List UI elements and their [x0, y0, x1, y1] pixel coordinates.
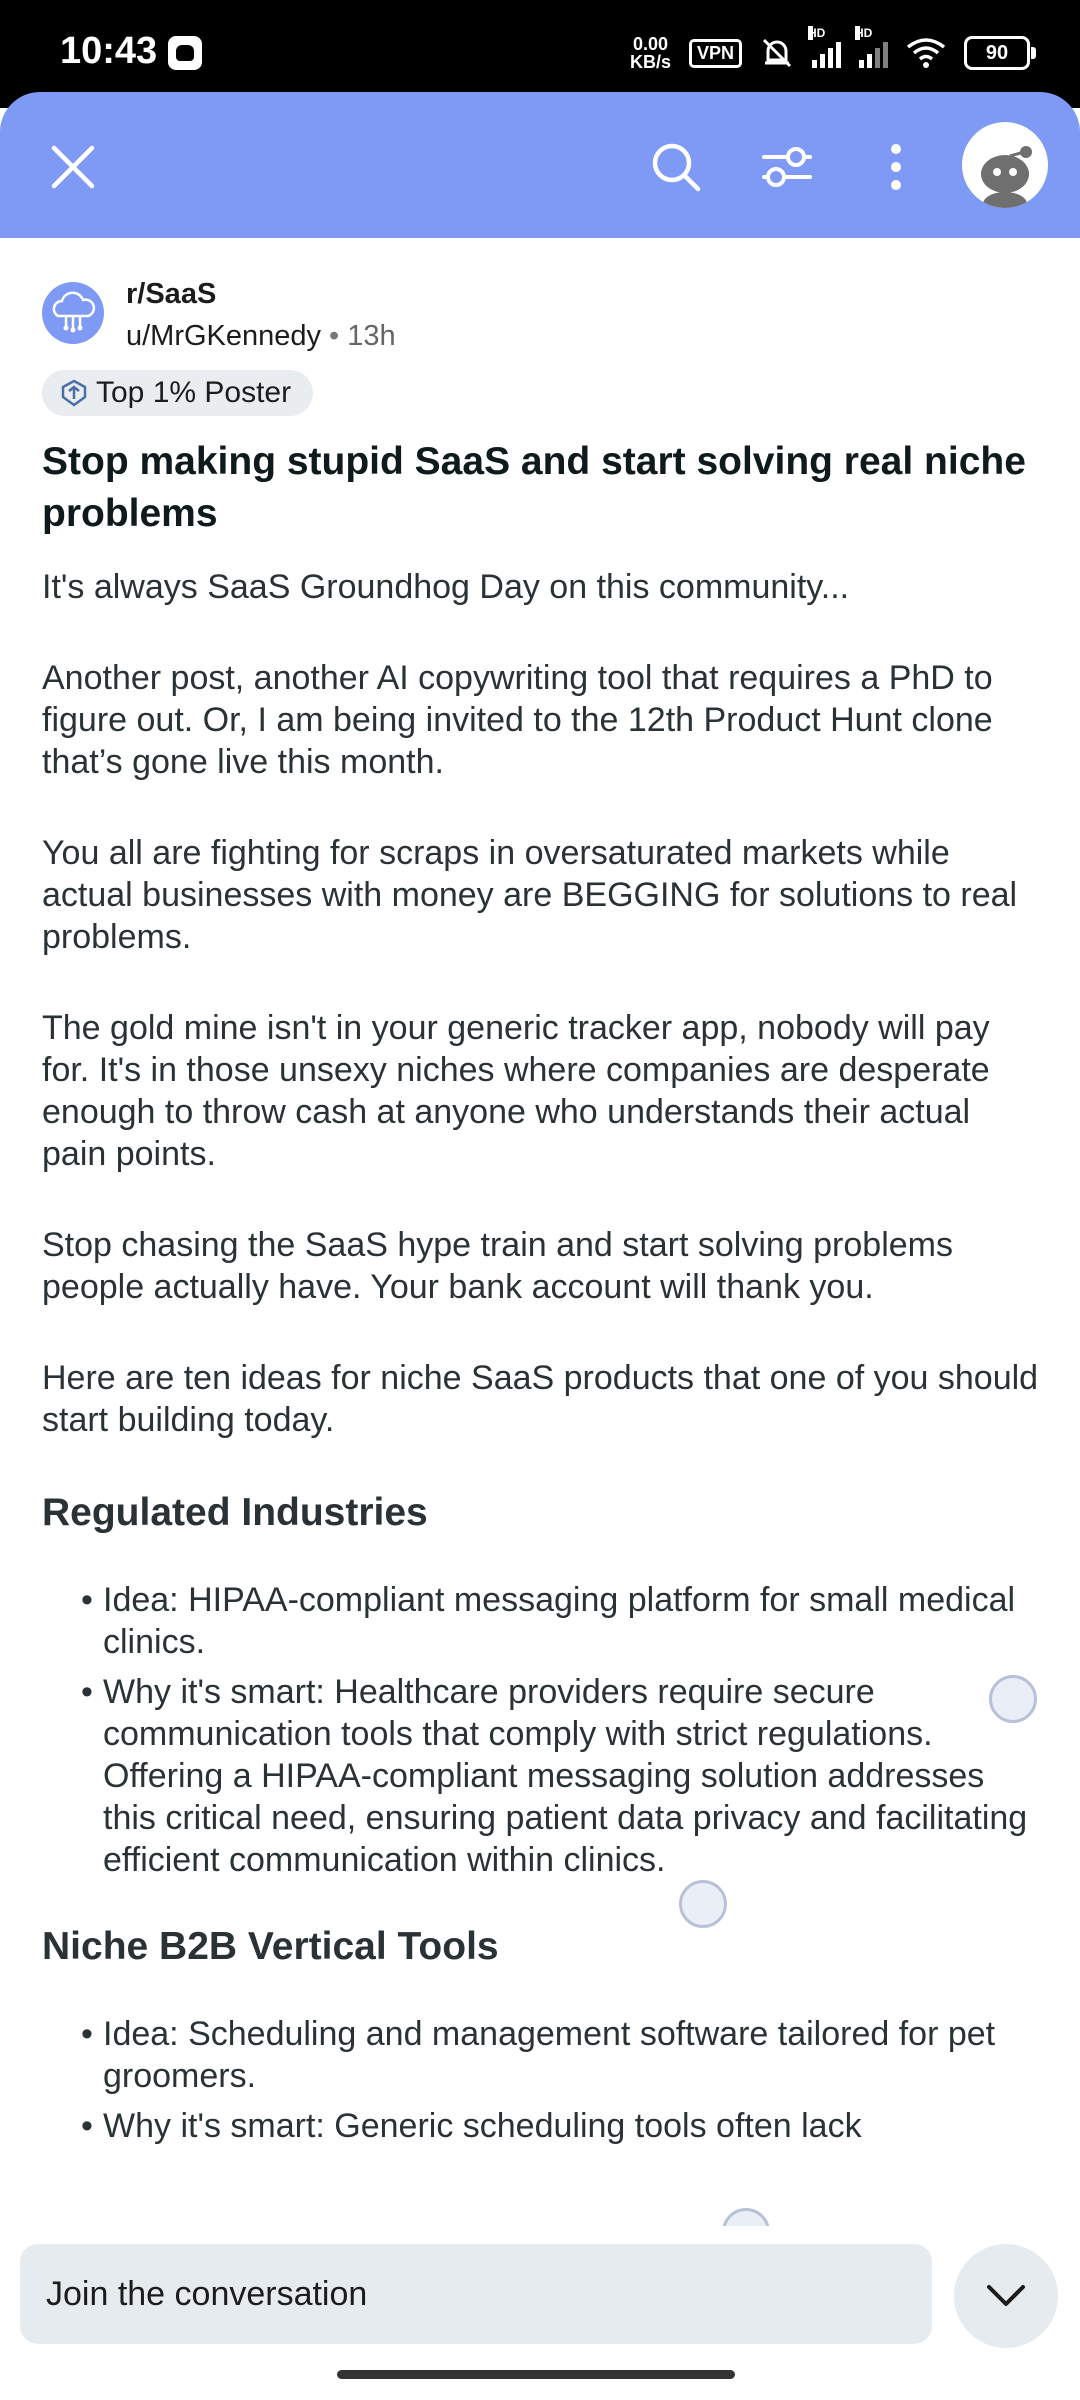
expand-button[interactable] [954, 2244, 1058, 2348]
body-paragraph: It's always SaaS Groundhog Day on this c… [42, 568, 850, 606]
idea-list: Idea: HIPAA-compliant messaging platform… [42, 1579, 1042, 1881]
sort-filter-icon [762, 147, 812, 187]
cloud-network-icon [52, 291, 96, 333]
signal-icon-1: HD [808, 26, 841, 68]
post-meta: r/SaaS u/MrGKennedy • 13h [42, 268, 1042, 368]
more-vertical-icon [891, 144, 901, 190]
post-age: 13h [347, 320, 396, 352]
list-item: Why it's smart: Healthcare providers req… [81, 1671, 1042, 1881]
author-line: u/MrGKennedy • 13h [126, 320, 396, 353]
sort-filter-button[interactable] [752, 132, 822, 202]
subreddit-avatar[interactable] [42, 282, 104, 344]
battery-indicator: 90 [964, 36, 1036, 70]
list-item: Idea: HIPAA-compliant messaging platform… [81, 1579, 1042, 1663]
post-header-bar [0, 92, 1080, 238]
body-paragraph: The gold mine isn't in your generic trac… [42, 1009, 990, 1173]
list-item: Why it's smart: Generic scheduling tools… [81, 2105, 1042, 2147]
meta-separator: • [329, 320, 340, 352]
list-item: Idea: Scheduling and management software… [81, 2013, 1042, 2097]
touch-indicator [989, 1675, 1037, 1723]
wifi-icon [906, 38, 946, 68]
network-speed: 0.00 KB/s [629, 34, 671, 72]
post-content: r/SaaS u/MrGKennedy • 13h Top 1% Poster St… [42, 268, 1042, 2155]
close-button[interactable] [38, 132, 108, 202]
snoo-avatar-icon [981, 146, 1032, 208]
user-avatar[interactable] [962, 122, 1048, 208]
body-paragraph: You all are fighting for scraps in overs… [42, 834, 1018, 956]
user-flair: Top 1% Poster [42, 370, 314, 416]
mute-bell-icon [762, 38, 792, 68]
join-conversation-input[interactable]: Join the conversation [20, 2244, 932, 2344]
post-title: Stop making stupid SaaS and start solvin… [42, 440, 1026, 535]
section-heading: Regulated Industries [42, 1491, 428, 1534]
notification-app-icon [168, 36, 202, 70]
flair-label: Top 1% Poster [96, 376, 292, 409]
signal-icon-2: HD [855, 26, 888, 68]
author-name[interactable]: u/MrGKennedy [126, 320, 321, 352]
touch-indicator [679, 1880, 727, 1928]
home-indicator[interactable] [337, 2370, 735, 2379]
more-options-button[interactable] [861, 132, 931, 202]
body-paragraph: Here are ten ideas for niche SaaS produc… [42, 1359, 1039, 1439]
search-icon [652, 143, 701, 192]
award-badge-icon [61, 379, 87, 407]
chevron-down-icon [987, 2285, 1025, 2306]
status-time: 10:43 [60, 30, 158, 72]
idea-list: Idea: Scheduling and management software… [42, 2013, 1042, 2147]
search-button[interactable] [641, 132, 711, 202]
subreddit-name[interactable]: r/SaaS [126, 278, 216, 311]
body-paragraph: Stop chasing the SaaS hype train and sta… [42, 1226, 953, 1306]
status-icons: 0.00 KB/s VPN HD HD 90 [629, 26, 1036, 78]
close-icon [51, 145, 95, 189]
comment-bar: Join the conversation [0, 2226, 1080, 2400]
vpn-icon: VPN [688, 38, 742, 68]
section-heading: Niche B2B Vertical Tools [42, 1925, 499, 1968]
body-paragraph: Another post, another AI copywriting too… [42, 659, 993, 781]
